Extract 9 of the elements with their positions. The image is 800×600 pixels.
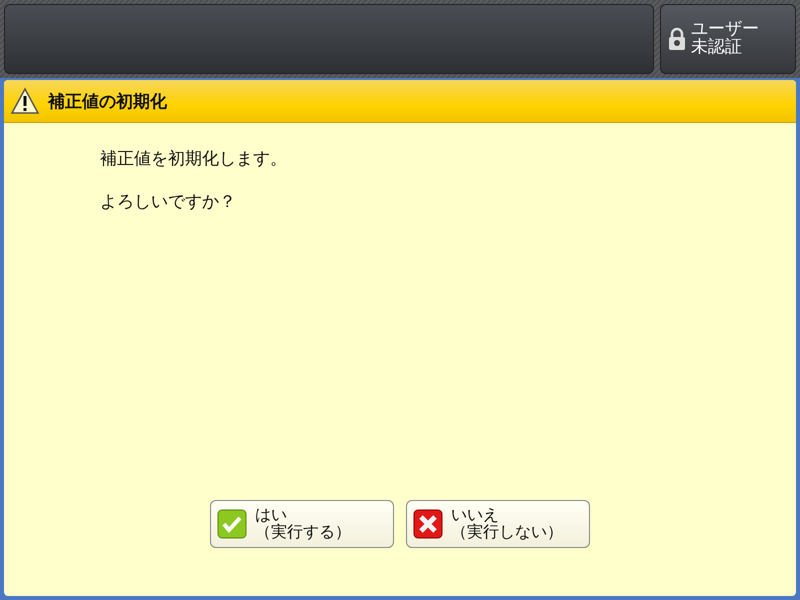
message-text: よろしいですか？	[100, 191, 237, 213]
user-button[interactable]: ユーザー 未認証	[660, 4, 796, 74]
no-button[interactable]: いいえ （実行しない）	[406, 500, 590, 548]
message-text: 補正値を初期化します。	[100, 148, 288, 170]
warning-icon	[10, 87, 40, 115]
checkmark-icon	[217, 509, 247, 539]
close-icon	[413, 509, 443, 539]
yes-button[interactable]: はい （実行する）	[210, 500, 394, 548]
dialog-title: 補正値の初期化	[48, 90, 167, 112]
